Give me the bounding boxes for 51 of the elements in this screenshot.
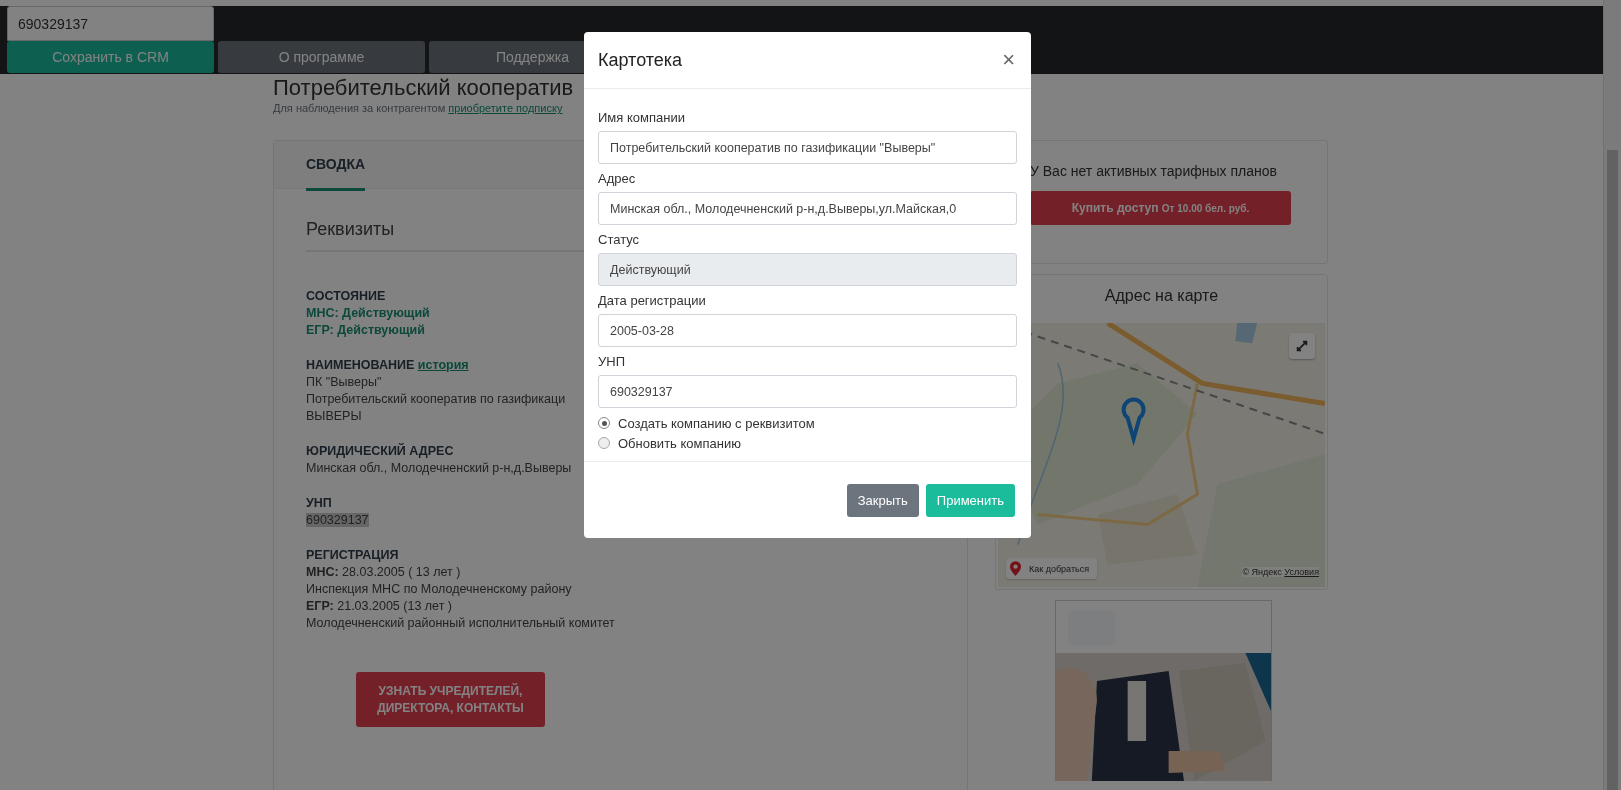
route-button[interactable]: Как добраться [1006,558,1098,579]
detail-text: Потребительский кооператив по газификаци [306,391,566,408]
group-heading: РЕГИСТРАЦИЯ [306,548,399,562]
close-button[interactable]: × [1002,49,1015,71]
input-field[interactable]: 690329137 [598,375,1017,408]
subtitle-text: Для наблюдения за контрагентом [273,102,446,114]
detail-text: ЕГР: 21.03.2005 (13 лет ) [306,598,452,615]
detail-text: ПК "Выверы" [306,374,382,391]
route-label: Как добраться [1029,563,1090,574]
unp-value: 690329137 [306,513,369,527]
fullscreen-button[interactable] [1289,333,1315,359]
buy-access-button[interactable]: Купить доступ От 10.00 бел. руб. [1030,191,1291,225]
scrollbar-thumb[interactable] [1607,150,1618,790]
expand-icon [1295,339,1309,353]
dialog-button[interactable]: Применить [925,483,1015,517]
map-copyright: © Яндекс [1242,567,1282,577]
dialog-button[interactable]: Закрыть [846,483,919,517]
tariff-message: У Вас нет активных тарифных планов [1030,163,1278,179]
field-label: Статус [598,230,641,249]
page-title: Потребительский кооператив [273,76,575,100]
detail-text: ВЫВЕРЫ [306,408,362,425]
option-label: Создать компанию с реквизитом [618,415,815,431]
detail-text: Инспекция МНС по Молодечненскому району [306,581,572,598]
field-label: Адрес [598,169,637,188]
contacts-button[interactable]: УЗНАТЬ УЧРЕДИТЕЛЕЙ, ДИРЕКТОРА, КОНТАКТЫ [356,672,545,727]
toolbar-button[interactable]: О программе [218,41,425,73]
radio-button[interactable] [598,417,610,429]
status-text: ЕГР: Действующий [306,322,425,339]
group-heading: УНП [306,496,332,510]
search-field[interactable]: 690329137 [7,6,214,41]
input-field[interactable]: Минская обл., Молодечненский р-н,д.Выверы,ул.Майская,0 [598,192,1017,225]
option-label: Обновить компанию [618,435,741,451]
field-label: УНП [598,352,626,371]
terms-link[interactable]: Условия [1284,567,1319,577]
map-pin-icon [1010,561,1021,576]
detail-text: Минская обл., Молодечненский р-н,д.Выверы [306,460,572,477]
status-text: МНС: Действующий [306,305,430,322]
field-label: Имя компании [598,108,686,127]
group-heading: ЮРИДИЧЕСКИЙ АДРЕС [306,444,454,458]
radio-button[interactable] [598,437,610,449]
field-label: Дата регистрации [598,291,707,310]
input-field[interactable]: 2005-03-28 [598,314,1017,347]
detail-text: МНС: 28.03.2005 ( 13 лет ) [306,564,461,581]
map-title: Адрес на карте [1103,286,1220,306]
input-field[interactable]: Потребительский кооператив по газификации "Выверы" [598,131,1017,164]
history-link[interactable]: история [417,358,469,372]
subscribe-link[interactable]: приобретите подписку [448,102,563,114]
detail-text: Молодечненский районный исполнительный комитет [306,615,615,632]
summary-tab[interactable]: СВОДКА [306,141,366,191]
group-heading: НАИМЕНОВАНИЕ [306,358,415,372]
group-heading: СОСТОЯНИЕ [306,289,386,303]
